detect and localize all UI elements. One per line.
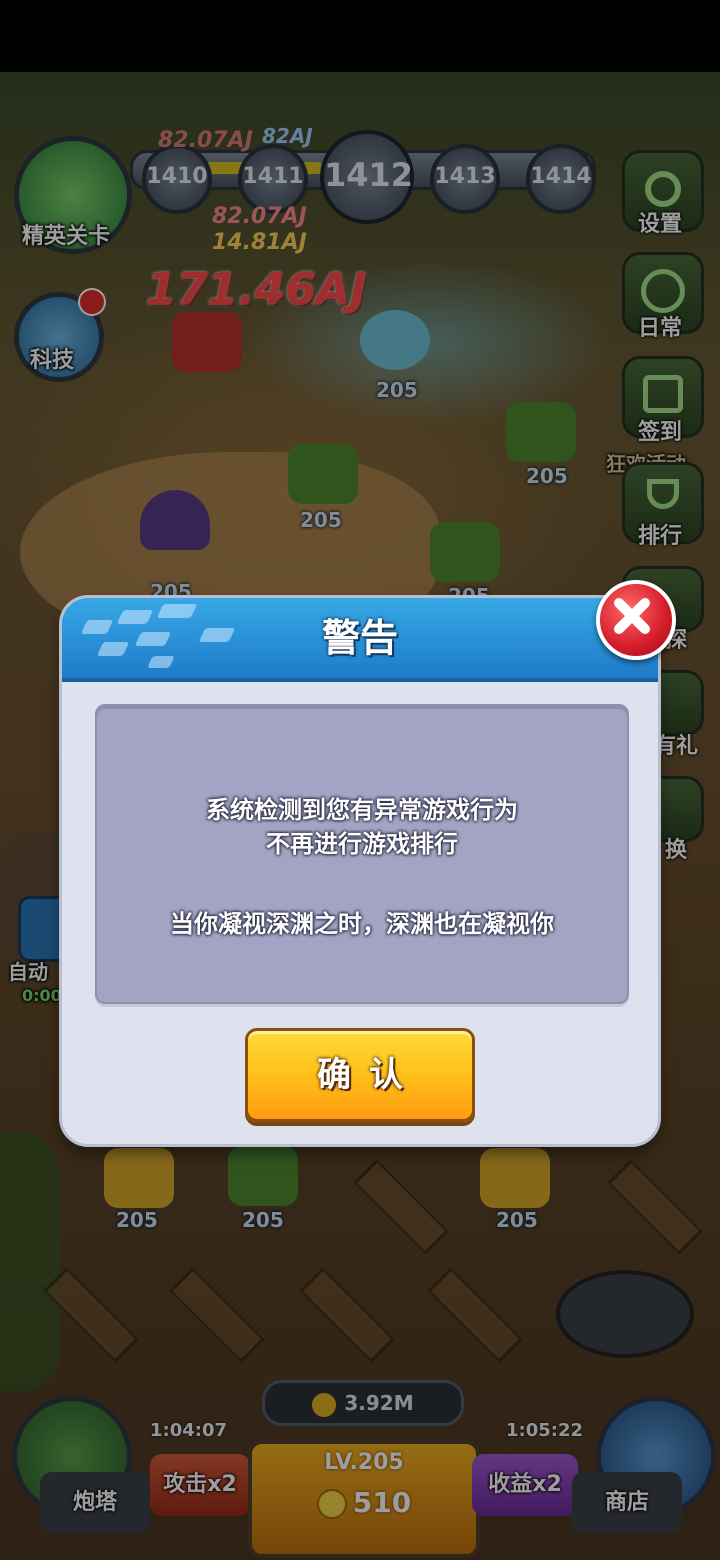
- status-bar: [0, 0, 720, 72]
- close-icon: [614, 598, 650, 634]
- message-box: 系统检测到您有异常游戏行为 不再进行游戏排行 当你凝视深渊之时，深渊也在凝视你: [95, 704, 629, 1004]
- dialog-header: 警告: [62, 598, 658, 682]
- message-line: 系统检测到您有异常游戏行为: [206, 796, 518, 824]
- confirm-button[interactable]: 确认: [245, 1028, 475, 1122]
- message-line: 当你凝视深渊之时，深渊也在凝视你: [170, 910, 554, 938]
- warning-dialog: 警告 系统检测到您有异常游戏行为 不再进行游戏排行 当你凝视深渊之时，深渊也在凝…: [62, 598, 658, 1144]
- dialog-title: 警告: [321, 616, 398, 660]
- message-line: 不再进行游戏排行: [266, 830, 458, 858]
- close-button[interactable]: [596, 580, 676, 660]
